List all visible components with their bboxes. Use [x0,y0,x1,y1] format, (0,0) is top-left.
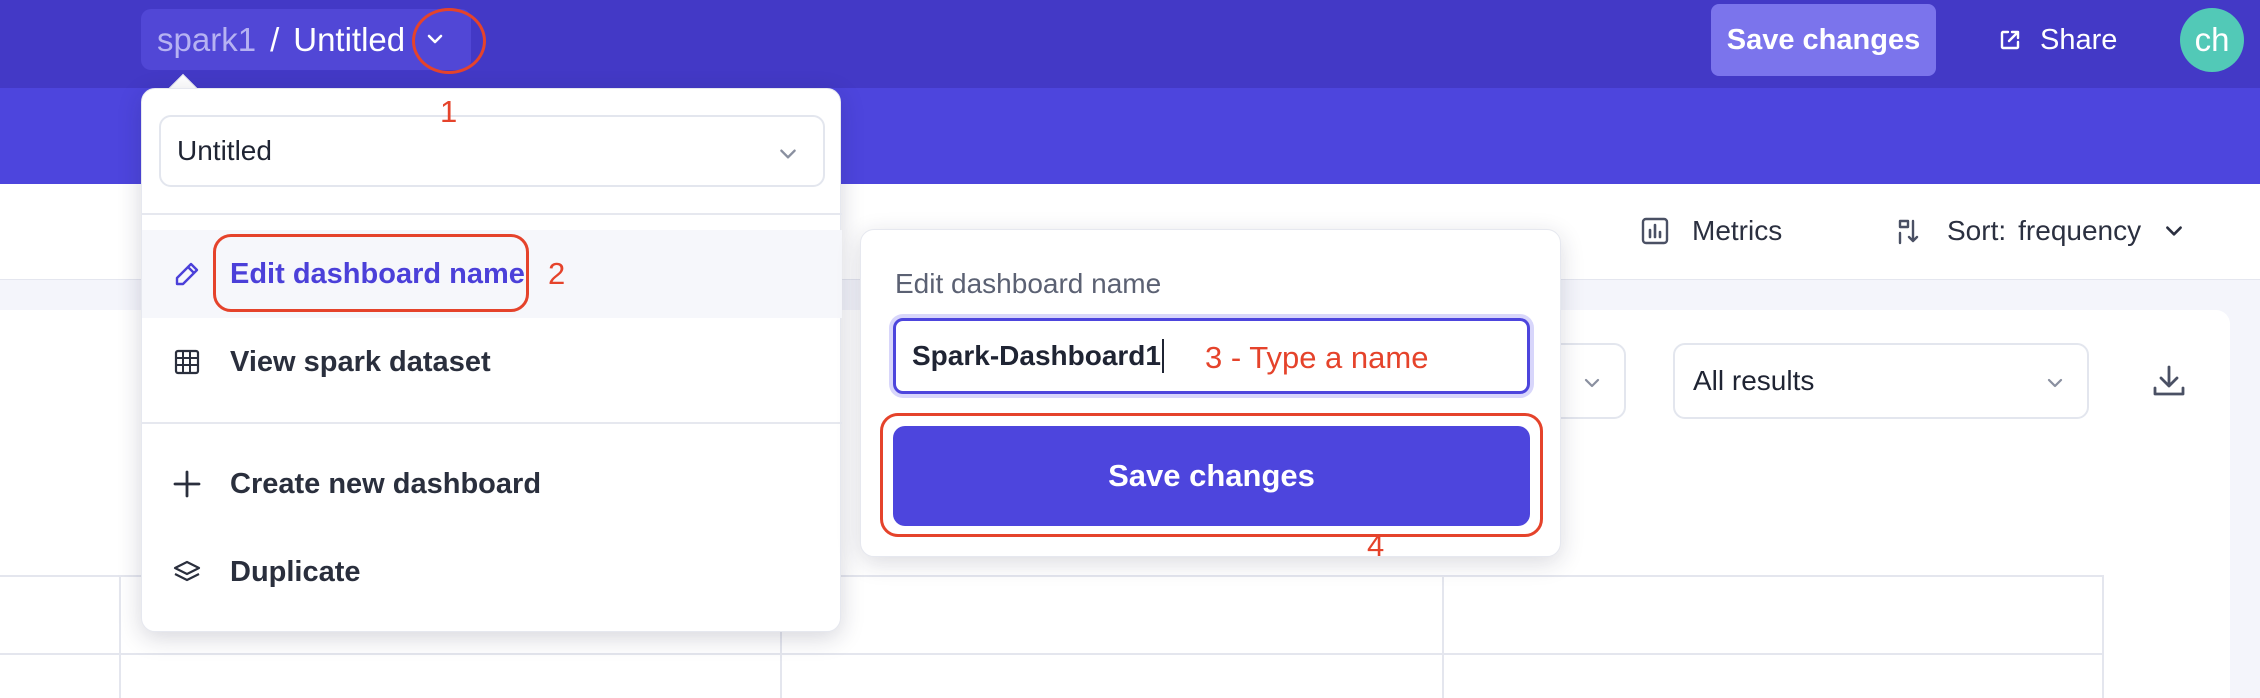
menu-item-label: View spark dataset [230,345,491,378]
chevron-down-icon [780,149,796,159]
table-border [0,653,2104,655]
breadcrumb-separator: / [270,20,280,58]
sort-dropdown[interactable]: Sort: frequency [1895,209,2207,253]
sort-icon [1898,219,1919,245]
annotation-circle [412,8,486,74]
external-link-icon [2000,30,2020,50]
dashboard-menu: Untitled Edit dashboard name View spark … [141,88,842,632]
annotation-box [213,234,529,312]
table-icon [174,349,200,375]
menu-item-duplicate[interactable]: Duplicate [142,528,842,616]
table-border [2102,575,2104,698]
table-border [119,575,121,698]
chevron-down-icon [1584,378,1600,388]
annotation-step-3: 3 - Type a name [1205,340,1429,375]
pencil-icon [175,262,199,286]
dashboard-name-value: Spark-Dashboard1 [912,340,1161,371]
breadcrumb-dashboard[interactable]: Untitled [293,21,405,59]
annotation-box [880,413,1543,537]
chevron-down-icon [2166,226,2183,236]
annotation-step-4: 4 [1367,528,1385,563]
menu-item-view-spark-dataset[interactable]: View spark dataset [142,318,842,406]
chevron-down-icon [2047,378,2063,388]
breadcrumb-project[interactable]: spark1 [157,21,256,59]
dashboard-select[interactable]: Untitled [159,115,825,187]
download-icon[interactable] [2150,362,2188,400]
text-cursor [1161,339,1164,373]
metrics-label: Metrics [1692,215,1783,246]
results-select[interactable]: All results [1673,343,2089,419]
share-label: Share [2040,23,2118,56]
sort-value: frequency [2018,215,2142,246]
menu-item-label: Create new dashboard [230,467,542,500]
metrics-button[interactable]: Metrics [1640,209,1782,253]
annotation-step-1: 1 [440,94,458,129]
bar-chart-icon [1641,217,1669,245]
plus-icon [173,470,201,498]
top-bar: spark1 / Untitled Save changes Share ch [0,0,2260,88]
edit-name-label: Edit dashboard name [895,268,1162,299]
avatar[interactable]: ch [2180,8,2244,72]
share-button[interactable]: Share [1998,20,2117,60]
dashboard-select-value: Untitled [177,135,272,166]
table-border [1442,575,1444,698]
menu-item-label: Duplicate [230,555,361,588]
menu-divider [142,422,842,424]
layers-icon [173,560,201,582]
menu-divider [142,213,842,215]
save-changes-button[interactable]: Save changes [1711,4,1936,76]
results-select-value: All results [1693,365,1815,396]
sort-prefix: Sort: [1947,215,2007,246]
annotation-step-2: 2 [548,256,566,291]
menu-item-create-new-dashboard[interactable]: Create new dashboard [142,440,842,528]
